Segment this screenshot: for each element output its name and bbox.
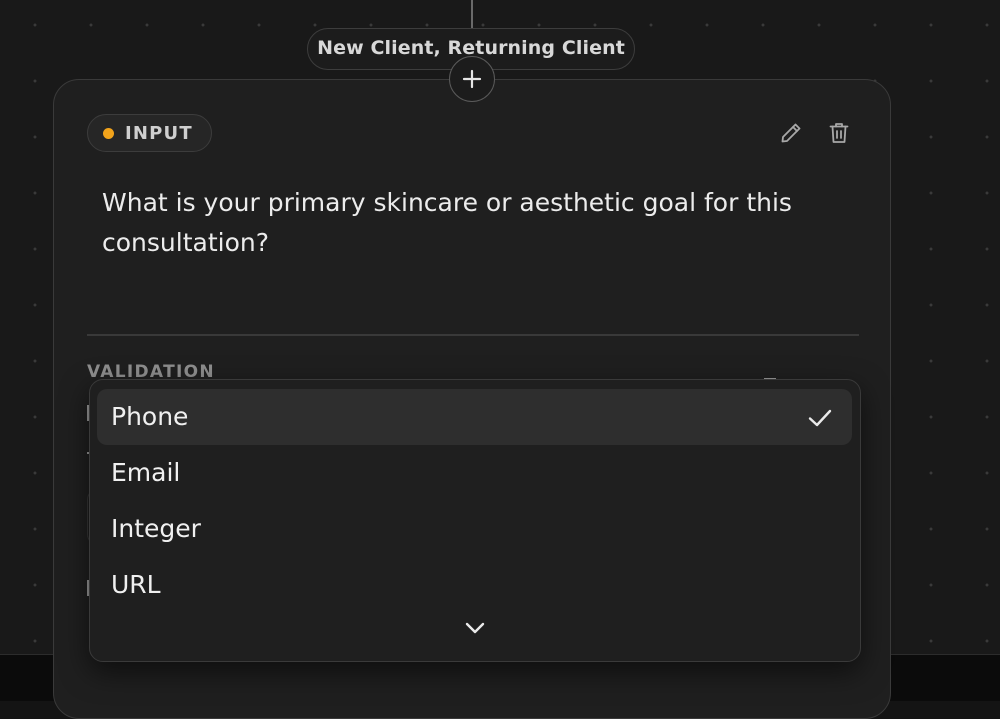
validation-type-dropdown[interactable]: Phone Email Integer URL — [89, 379, 861, 662]
add-node-button[interactable] — [449, 56, 495, 102]
section-divider — [87, 334, 859, 336]
pencil-icon — [781, 123, 801, 143]
dropdown-option-integer[interactable]: Integer — [97, 501, 852, 557]
delete-button[interactable] — [826, 120, 852, 146]
node-type-badge: INPUT — [87, 114, 212, 152]
option-label: Integer — [111, 514, 201, 543]
status-dot — [103, 127, 114, 139]
option-label: URL — [111, 570, 161, 599]
question-text[interactable]: What is your primary skincare or aesthet… — [102, 183, 822, 263]
check-icon — [808, 409, 832, 427]
option-label: Phone — [111, 402, 189, 431]
dropdown-option-phone[interactable]: Phone — [97, 389, 852, 445]
scroll-down-button[interactable] — [460, 616, 490, 640]
dropdown-option-email[interactable]: Email — [97, 445, 852, 501]
option-label: Email — [111, 458, 181, 487]
plus-icon — [462, 69, 482, 89]
dropdown-option-url[interactable]: URL — [97, 557, 852, 613]
trash-icon — [829, 123, 849, 143]
connector-line — [471, 0, 473, 30]
chevron-down-icon — [465, 622, 485, 634]
node-type-label: INPUT — [125, 122, 193, 144]
edit-button[interactable] — [778, 120, 804, 146]
